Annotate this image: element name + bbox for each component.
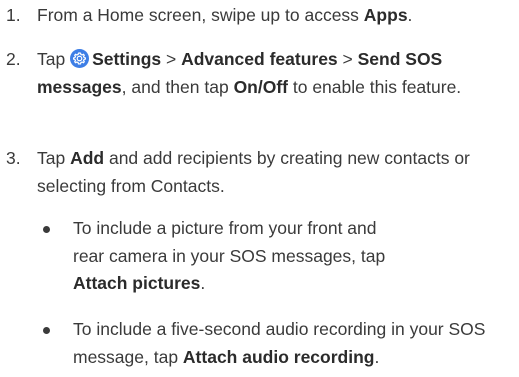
attach-pictures-label: Attach pictures bbox=[73, 273, 201, 293]
bullet-text: To include a five-second audio recording… bbox=[73, 316, 519, 371]
bullet-text-post: . bbox=[374, 346, 380, 367]
step-number: 3. bbox=[6, 148, 21, 168]
add-label: Add bbox=[70, 148, 105, 168]
step-number: 1. bbox=[6, 5, 21, 25]
on-off-label: On/Off bbox=[233, 76, 288, 97]
advanced-features-label: Advanced features bbox=[181, 49, 338, 69]
separator: > bbox=[161, 49, 182, 69]
step-text: From a Home screen, swipe up to access A… bbox=[37, 2, 517, 30]
step-text-mid: , and then tap bbox=[121, 76, 234, 97]
attach-audio-recording-label: Attach audio recording bbox=[182, 346, 375, 367]
bullet-dot bbox=[43, 226, 50, 233]
separator: > bbox=[337, 49, 358, 69]
tap-word: Tap bbox=[37, 148, 71, 168]
step-text: Tap Add and add recipients by creating n… bbox=[37, 145, 477, 200]
step-text-pre: From a Home screen, swipe up to access bbox=[37, 5, 364, 25]
step-text-post: . bbox=[407, 5, 413, 25]
step-text-tail: to enable this feature. bbox=[288, 76, 462, 97]
settings-label: Settings bbox=[92, 49, 162, 69]
bullet-text-pre: To include a picture from your front and… bbox=[73, 218, 386, 266]
bullet-dot bbox=[43, 327, 50, 334]
bullet-text: To include a picture from your front and… bbox=[73, 215, 403, 298]
settings-gear-icon bbox=[70, 49, 90, 68]
step-text: Tap Settings > Advanced features > Send … bbox=[37, 46, 507, 101]
step-number: 2. bbox=[6, 49, 21, 69]
tap-word: Tap bbox=[37, 49, 71, 69]
bullet-text-post: . bbox=[200, 273, 206, 293]
apps-label: Apps bbox=[363, 5, 408, 25]
